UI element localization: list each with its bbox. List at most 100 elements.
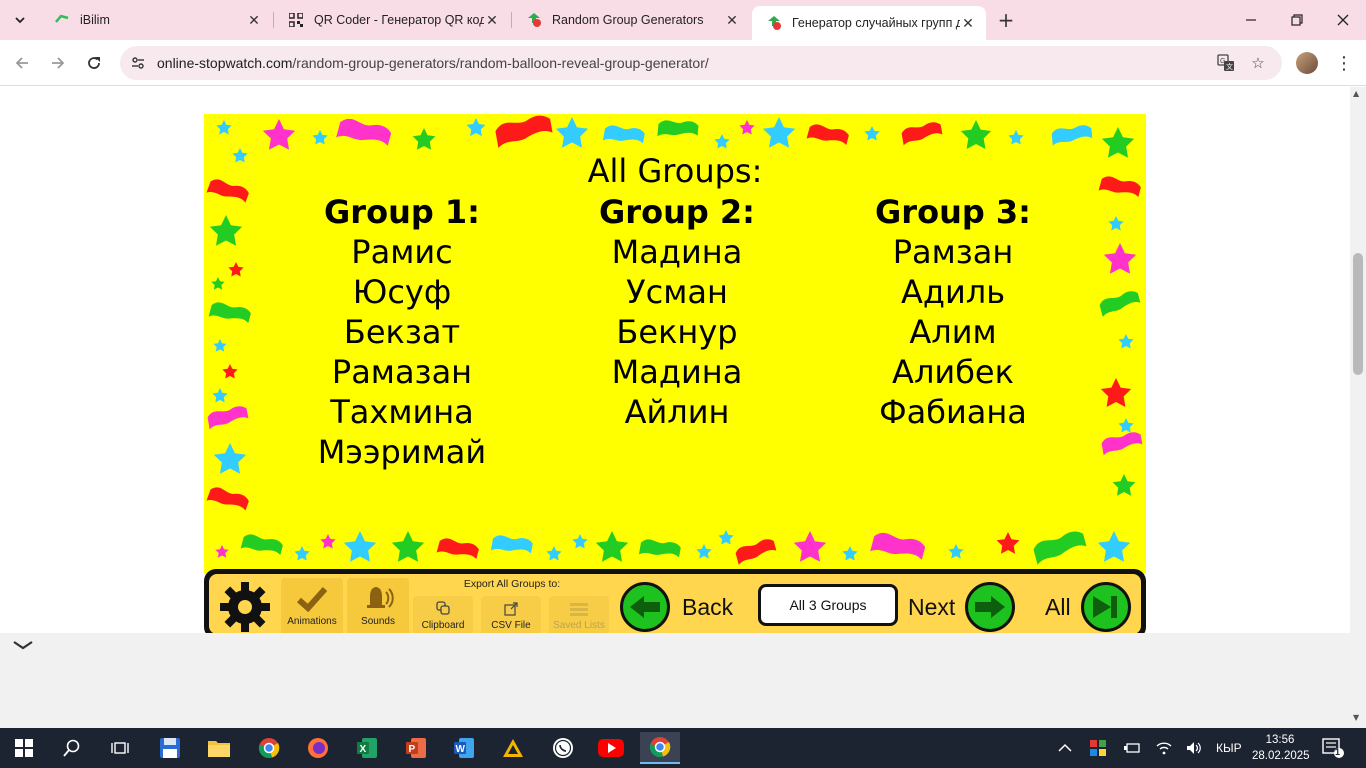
tab-search-button[interactable]	[8, 8, 32, 32]
address-bar[interactable]: online-stopwatch.com/random-group-genera…	[120, 46, 1282, 80]
animations-label: Animations	[287, 616, 337, 627]
group-member: Мадина	[611, 353, 743, 391]
bookmark-star-icon[interactable]: ☆	[1246, 51, 1270, 75]
restore-button[interactable]	[1274, 0, 1320, 40]
clipboard-label: Clipboard	[421, 620, 465, 631]
chevron-down-icon	[15, 17, 25, 24]
back-nav-button[interactable]	[9, 50, 35, 76]
profile-avatar[interactable]	[1296, 52, 1318, 74]
tab-title: Random Group Generators	[552, 13, 704, 27]
scrollbar-thumb[interactable]	[1353, 253, 1363, 375]
next-button[interactable]: Next	[908, 578, 1016, 633]
group-selector[interactable]: All 3 Groups	[758, 584, 898, 626]
skip-to-end-icon	[1080, 582, 1131, 632]
browser-toolbar: online-stopwatch.com/random-group-genera…	[0, 40, 1366, 86]
bell-sound-icon	[367, 587, 394, 608]
translate-icon[interactable]: G文	[1214, 51, 1238, 75]
group-3-heading: Group 3:	[875, 193, 1031, 231]
svg-text:X: X	[360, 744, 367, 755]
tab-random-group-generators[interactable]: Random Group Generators ✕	[512, 0, 750, 40]
group-member: Рамзан	[892, 233, 1014, 271]
export-clipboard-button[interactable]: Clipboard	[413, 596, 473, 633]
windows-start-icon[interactable]	[4, 732, 44, 764]
excel-app-icon[interactable]: X	[347, 732, 387, 764]
export-label: Export All Groups to:	[463, 578, 561, 590]
show-hidden-icons-chevron-up-icon[interactable]	[1058, 728, 1072, 768]
volume-icon[interactable]	[1186, 728, 1202, 768]
scroll-up-arrow-icon[interactable]: ▲	[1353, 89, 1359, 98]
word-app-icon[interactable]: W	[444, 732, 484, 764]
youtube-app-icon[interactable]	[591, 732, 631, 764]
powerpoint-app-icon[interactable]: P	[396, 732, 436, 764]
close-tab-icon[interactable]: ✕	[724, 12, 740, 28]
task-view-icon[interactable]	[100, 732, 140, 764]
group-member: Бекнур	[616, 313, 738, 351]
list-icon	[570, 603, 588, 616]
settings-gear-icon[interactable]	[215, 579, 275, 633]
group-member: Алибек	[892, 353, 1014, 391]
browser-menu-icon[interactable]: ⋮	[1334, 50, 1354, 76]
arrow-right-icon	[52, 57, 65, 69]
tab-group-generator-active[interactable]: Генератор случайных групп для ✕	[752, 6, 986, 40]
online-stopwatch-favicon-icon	[526, 12, 542, 28]
group-member: Фабиана	[879, 393, 1027, 431]
triangle-app-icon[interactable]	[493, 732, 533, 764]
tray-app-icon[interactable]	[1090, 728, 1106, 768]
close-tab-icon[interactable]: ✕	[960, 15, 976, 31]
new-tab-button[interactable]: +	[994, 8, 1018, 32]
tab-ibilim[interactable]: iBilim ✕	[40, 0, 272, 40]
url-domain: online-stopwatch.com	[157, 55, 293, 71]
firefox-app-icon[interactable]	[298, 732, 338, 764]
wifi-icon[interactable]	[1156, 728, 1172, 768]
control-bar: Animations Sounds Export All Groups to: …	[204, 569, 1146, 633]
close-tab-icon[interactable]: ✕	[246, 12, 262, 28]
expand-chevron-icon[interactable]	[12, 639, 34, 655]
battery-icon[interactable]	[1124, 728, 1140, 768]
export-csv-button[interactable]: CSV File	[481, 596, 541, 633]
save-floppy-app-icon[interactable]	[150, 732, 190, 764]
scroll-down-arrow-icon[interactable]: ▼	[1353, 713, 1359, 722]
input-language-indicator[interactable]: КЫР	[1216, 728, 1242, 768]
search-icon[interactable]	[52, 732, 92, 764]
collapsed-bottom-panel	[0, 633, 1350, 728]
minimize-button[interactable]	[1228, 0, 1274, 40]
group-member: Бекзат	[343, 313, 461, 351]
animations-toggle-button[interactable]: Animations	[281, 578, 343, 633]
group-member: Юсуф	[352, 273, 452, 311]
close-tab-icon[interactable]: ✕	[484, 12, 500, 28]
arrow-left-icon	[15, 57, 28, 69]
close-window-button[interactable]	[1320, 0, 1366, 40]
clock-date: 28.02.2025	[1252, 750, 1310, 762]
forward-nav-button[interactable]	[45, 50, 71, 76]
back-button[interactable]: Back	[620, 578, 733, 633]
external-file-icon	[504, 602, 518, 616]
group-member: Рамазан	[331, 353, 473, 391]
taskbar-clock[interactable]: 13:56 28.02.2025	[1252, 732, 1310, 764]
next-label: Next	[908, 593, 956, 620]
site-info-icon[interactable]	[126, 51, 150, 75]
group-member: Тахмина	[330, 393, 474, 431]
url-text: online-stopwatch.com/random-group-genera…	[157, 55, 709, 71]
notification-center-icon[interactable]: 1	[1322, 728, 1344, 768]
group-reveal-board: All Groups: Group 1: Рамис Юсуф Бекзат Р…	[204, 114, 1146, 574]
page-scrollbar[interactable]: ▲ ▼	[1350, 87, 1366, 728]
show-all-button[interactable]: All	[1045, 578, 1131, 633]
all-label: All	[1045, 593, 1071, 620]
reload-button[interactable]	[81, 50, 107, 76]
export-saved-lists-button[interactable]: Saved Lists	[549, 596, 609, 633]
clock-time: 13:56	[1265, 734, 1295, 746]
chrome-active-app-icon[interactable]	[640, 732, 680, 764]
restore-icon	[1291, 14, 1303, 26]
group-member: Адиль	[900, 273, 1006, 311]
svg-text:文: 文	[1226, 62, 1233, 71]
whatsapp-app-icon[interactable]	[543, 732, 583, 764]
group-1-column: Group 1: Рамис Юсуф Бекзат Рамазан Тахми…	[272, 192, 532, 472]
svg-text:W: W	[456, 744, 466, 755]
chrome-app-icon[interactable]	[249, 732, 289, 764]
file-explorer-icon[interactable]	[199, 732, 239, 764]
tab-title: Генератор случайных групп для	[792, 16, 960, 30]
sounds-toggle-button[interactable]: Sounds	[347, 578, 409, 633]
saved-lists-label: Saved Lists	[553, 620, 605, 631]
tab-qr-coder[interactable]: QR Coder - Генератор QR кодов ✕	[274, 0, 510, 40]
clipboard-copy-icon	[436, 601, 450, 615]
